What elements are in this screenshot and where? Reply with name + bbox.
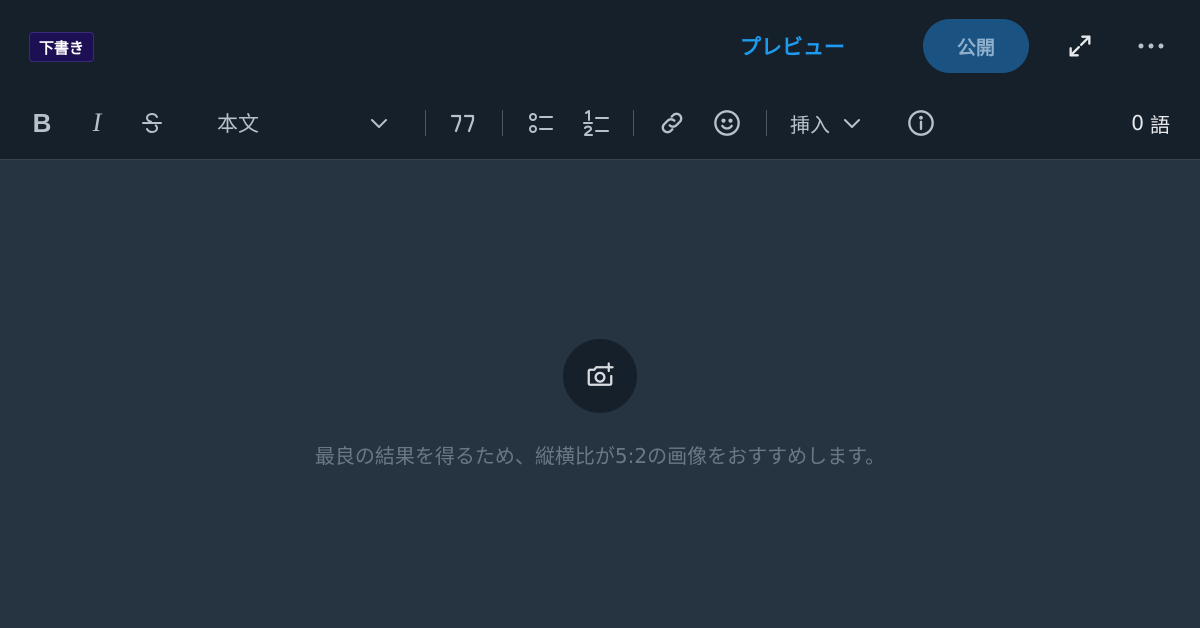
italic-label: I: [92, 108, 102, 137]
expand-icon: [1069, 35, 1091, 57]
emoji-button[interactable]: [711, 100, 743, 146]
link-icon: [661, 112, 683, 134]
bold-label: B: [32, 107, 52, 138]
more-button[interactable]: [1133, 28, 1169, 64]
draft-badge: 下書き: [29, 32, 95, 62]
quote-button[interactable]: [446, 100, 480, 146]
bullet-list-button[interactable]: [526, 100, 556, 146]
bold-button[interactable]: B: [28, 100, 56, 146]
insert-menu[interactable]: 挿入: [790, 100, 864, 146]
article-editor: 下書き プレビュー 公開 B I 本文 挿入 0 語 最良の結果を得るため、縦横…: [0, 0, 1200, 628]
toolbar-divider: [502, 110, 503, 136]
info-button[interactable]: [904, 100, 938, 146]
cover-image-hint: 最良の結果を得るため、縦横比が5:2の画像をおすすめします。: [314, 444, 886, 468]
numbered-list-icon: [583, 110, 609, 136]
word-count-value: 0: [1131, 111, 1144, 135]
toolbar-divider: [633, 110, 634, 136]
emoji-icon: [714, 110, 740, 136]
italic-button[interactable]: I: [84, 100, 110, 146]
word-count: 0 語: [1131, 100, 1170, 146]
expand-button[interactable]: [1062, 28, 1098, 64]
strikethrough-button[interactable]: [138, 100, 166, 146]
publish-button[interactable]: 公開: [923, 19, 1029, 73]
word-count-unit: 語: [1150, 112, 1170, 137]
insert-label: 挿入: [790, 112, 830, 137]
chevron-down-icon: [844, 119, 860, 128]
info-icon: [908, 110, 934, 136]
editor-header: 下書き プレビュー 公開 B I 本文 挿入 0 語: [0, 0, 1200, 160]
preview-button[interactable]: プレビュー: [740, 28, 845, 64]
text-style-value: 本文: [217, 112, 259, 136]
more-icon: [1138, 43, 1164, 49]
bullet-list-icon: [529, 113, 553, 133]
toolbar-divider: [766, 110, 767, 136]
text-style-select[interactable]: 本文: [205, 100, 395, 146]
add-cover-image-button[interactable]: [563, 339, 637, 413]
numbered-list-button[interactable]: [580, 100, 612, 146]
add-photo-icon: [587, 362, 614, 386]
strikethrough-icon: [142, 112, 162, 134]
quote-icon: [450, 114, 475, 133]
link-button[interactable]: [656, 100, 688, 146]
chevron-down-icon: [371, 119, 387, 128]
toolbar-divider: [425, 110, 426, 136]
